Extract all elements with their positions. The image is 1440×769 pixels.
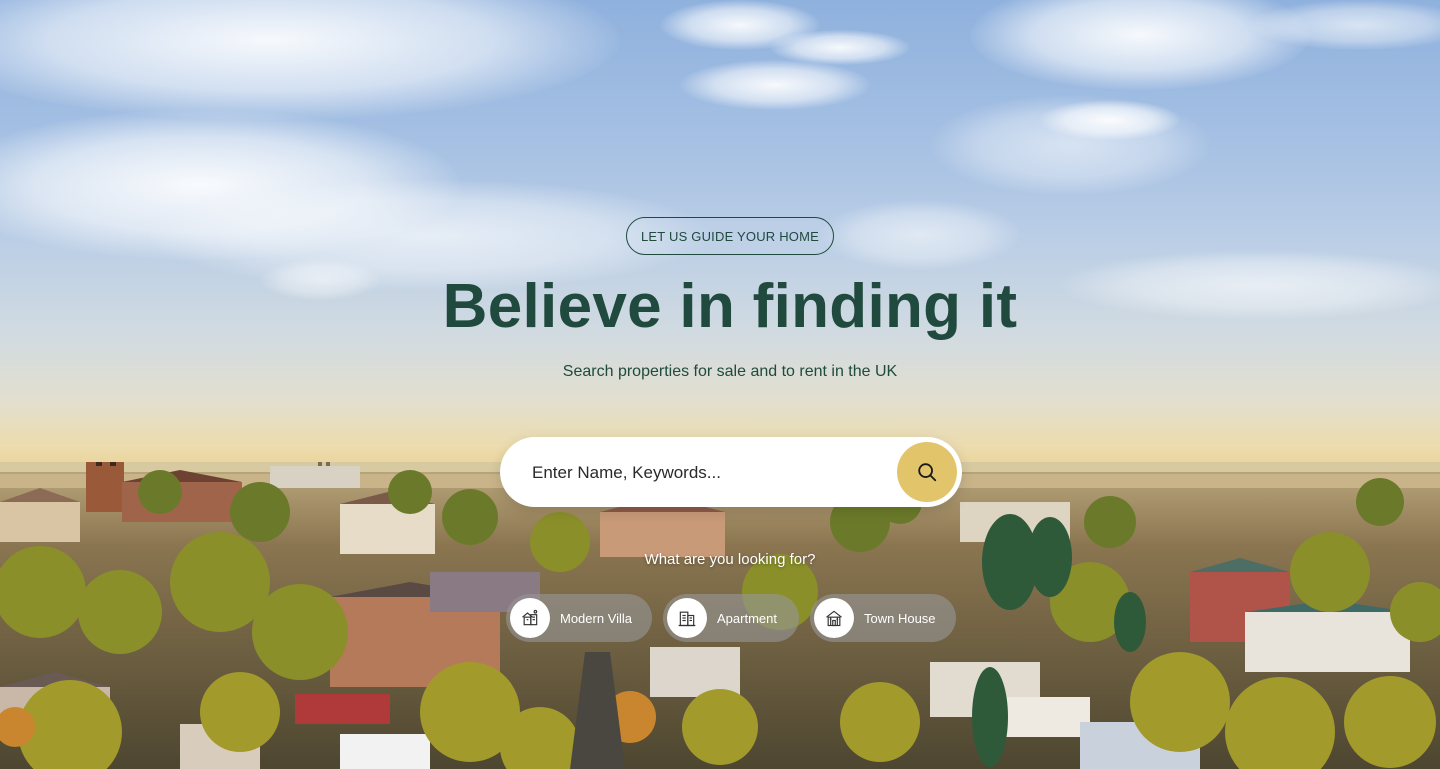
category-chip-apartment[interactable]: Apartment <box>663 594 799 642</box>
page-subtitle: Search properties for sale and to rent i… <box>562 363 898 380</box>
search-button[interactable] <box>897 442 957 502</box>
apartment-icon <box>678 611 696 627</box>
chip-label: Apartment <box>717 610 777 626</box>
hero-content: LET US GUIDE YOUR HOME Believe in findin… <box>0 0 1440 769</box>
chip-label: Modern Villa <box>560 610 633 626</box>
category-prompt: What are you looking for? <box>644 551 816 568</box>
category-chip-town-house[interactable]: Town House <box>810 594 956 642</box>
hero-section: LET US GUIDE YOUR HOME Believe in findin… <box>0 0 1440 769</box>
town-house-icon <box>826 610 842 627</box>
guide-tag-label: LET US GUIDE YOUR HOME <box>640 228 819 244</box>
search-icon <box>918 463 937 482</box>
search-bar <box>500 437 962 507</box>
search-input[interactable] <box>530 455 884 491</box>
category-chip-modern-villa[interactable]: Modern Villa <box>506 594 652 642</box>
page-title: Believe in finding it <box>442 272 1018 341</box>
chip-label: Town House <box>864 610 936 626</box>
villa-icon <box>522 609 538 626</box>
guide-tag: LET US GUIDE YOUR HOME <box>626 217 834 255</box>
